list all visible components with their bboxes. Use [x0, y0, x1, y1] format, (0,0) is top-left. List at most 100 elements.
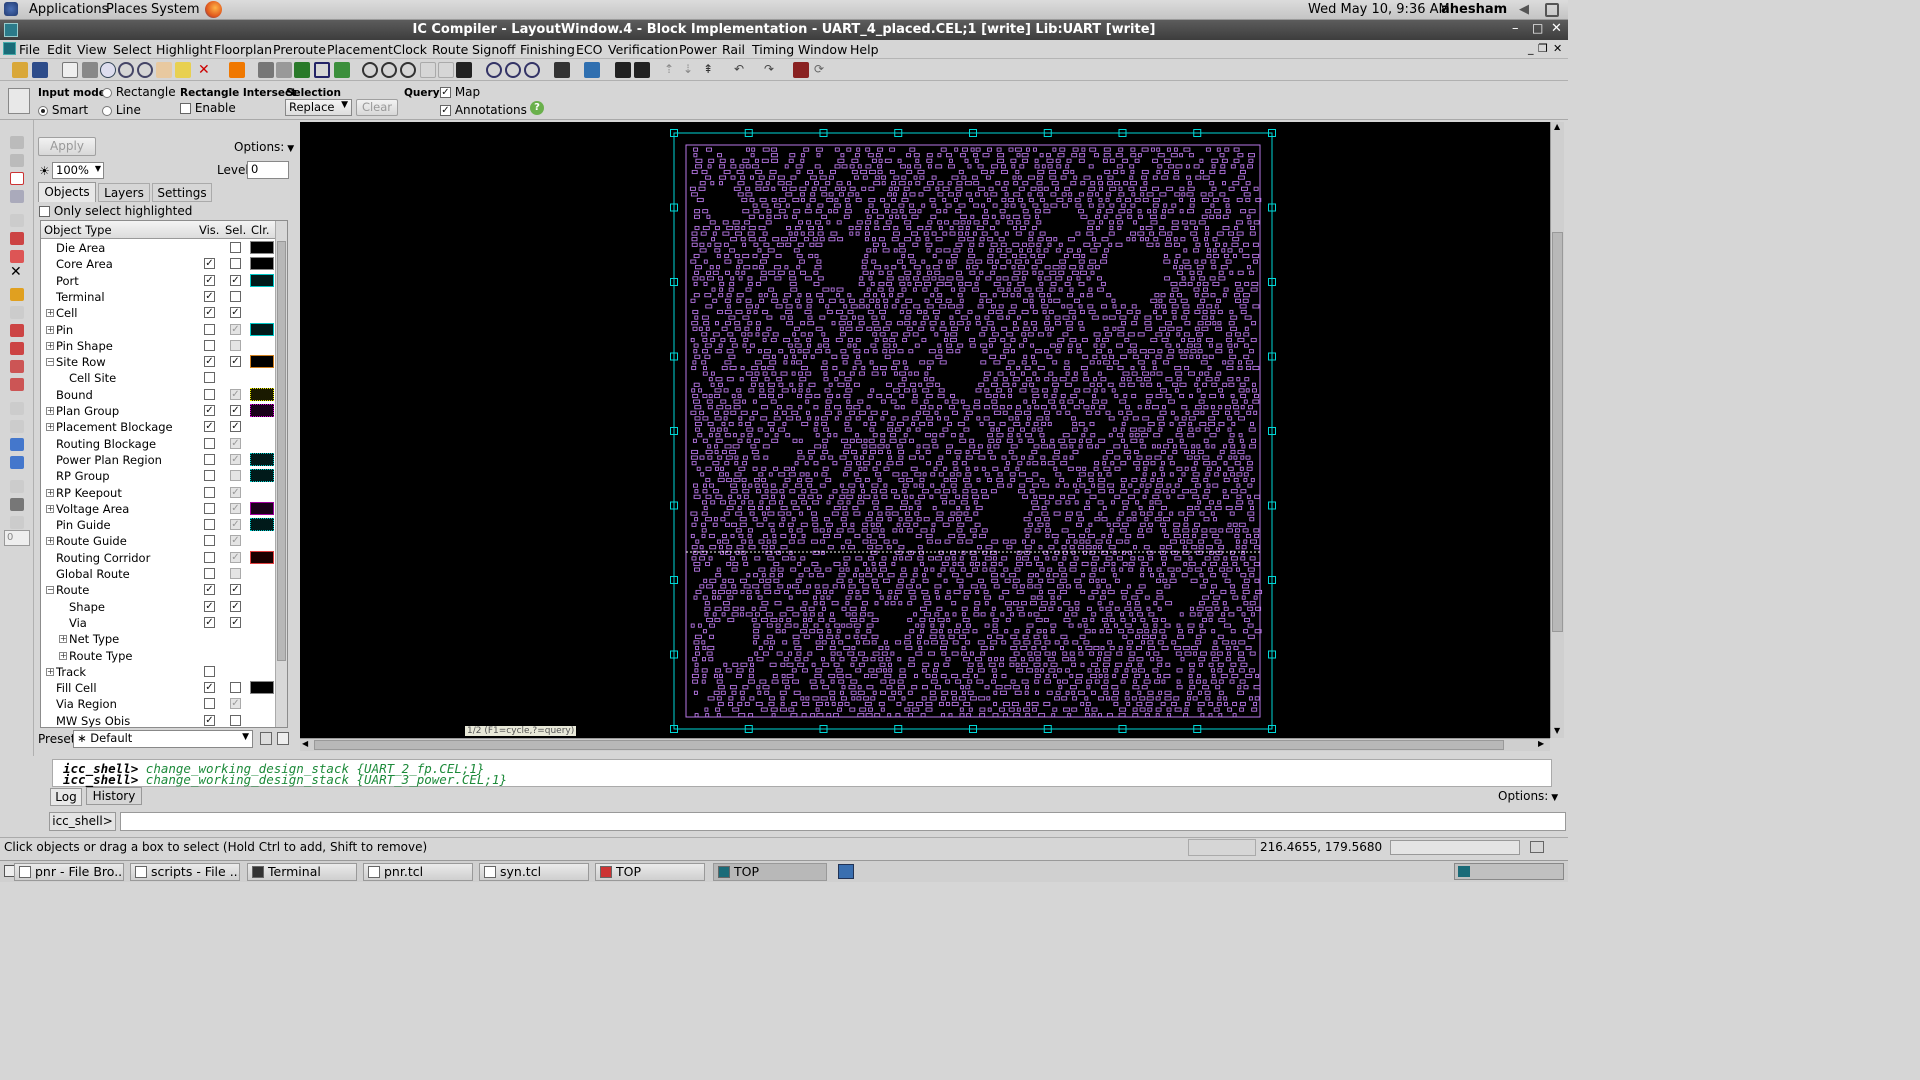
std-cell[interactable]: [961, 175, 967, 180]
std-cell[interactable]: [1069, 651, 1075, 656]
std-cell[interactable]: [924, 567, 928, 572]
std-cell[interactable]: [1178, 421, 1186, 427]
std-cell[interactable]: [1205, 472, 1211, 477]
std-cell[interactable]: [1086, 293, 1093, 298]
std-cell[interactable]: [1195, 640, 1202, 645]
std-cell[interactable]: [871, 483, 879, 488]
std-cell[interactable]: [716, 309, 723, 315]
std-cell[interactable]: [958, 696, 966, 701]
std-cell[interactable]: [1090, 433, 1096, 438]
std-cell[interactable]: [981, 203, 985, 208]
std-cell[interactable]: [1203, 405, 1209, 410]
menu-select[interactable]: Select: [113, 42, 152, 57]
std-cell[interactable]: [957, 539, 964, 544]
std-cell[interactable]: [1202, 309, 1208, 315]
std-cell[interactable]: [878, 573, 883, 578]
std-cell[interactable]: [1138, 668, 1145, 673]
std-cell[interactable]: [1066, 326, 1073, 331]
std-cell[interactable]: [827, 433, 832, 438]
std-cell[interactable]: [923, 309, 928, 315]
std-cell[interactable]: [1248, 153, 1255, 158]
std-cell[interactable]: [1139, 237, 1144, 242]
std-cell[interactable]: [969, 696, 977, 701]
std-cell[interactable]: [1243, 354, 1250, 359]
std-cell[interactable]: [832, 365, 838, 371]
std-cell[interactable]: [1151, 444, 1156, 449]
std-cell[interactable]: [741, 477, 747, 483]
std-cell[interactable]: [723, 169, 731, 175]
std-cell[interactable]: [762, 371, 768, 376]
std-cell[interactable]: [867, 393, 873, 399]
std-cell[interactable]: [1242, 293, 1250, 298]
std-cell[interactable]: [1041, 164, 1046, 169]
std-cell[interactable]: [966, 259, 974, 264]
std-cell[interactable]: [1164, 321, 1172, 326]
std-cell[interactable]: [916, 444, 921, 449]
std-cell[interactable]: [864, 237, 869, 242]
std-cell[interactable]: [1102, 315, 1108, 320]
std-cell[interactable]: [1245, 455, 1251, 460]
std-cell[interactable]: [1146, 192, 1154, 197]
std-cell[interactable]: [694, 270, 700, 275]
std-cell[interactable]: [1063, 617, 1071, 623]
std-cell[interactable]: [1158, 690, 1163, 695]
std-cell[interactable]: [990, 455, 996, 460]
std-cell[interactable]: [978, 696, 986, 701]
std-cell[interactable]: [1089, 147, 1097, 152]
std-cell[interactable]: [1012, 321, 1017, 326]
std-cell[interactable]: [754, 556, 761, 561]
std-cell[interactable]: [813, 281, 820, 287]
visible-checkbox[interactable]: [204, 665, 215, 677]
std-cell[interactable]: [1013, 640, 1021, 645]
std-cell[interactable]: [1180, 444, 1188, 449]
std-cell[interactable]: [1084, 696, 1089, 701]
std-cell[interactable]: [824, 410, 832, 415]
std-cell[interactable]: [910, 382, 916, 387]
std-cell[interactable]: [917, 505, 922, 511]
menu-signoff[interactable]: Signoff: [472, 42, 516, 57]
std-cell[interactable]: [880, 438, 886, 443]
std-cell[interactable]: [1171, 225, 1179, 231]
std-cell[interactable]: [1067, 237, 1075, 242]
std-cell[interactable]: [693, 640, 700, 645]
std-cell[interactable]: [731, 343, 738, 348]
std-cell[interactable]: [891, 690, 897, 695]
std-cell[interactable]: [1139, 438, 1144, 443]
std-cell[interactable]: [1080, 589, 1086, 595]
std-cell[interactable]: [1202, 679, 1207, 684]
std-cell[interactable]: [955, 623, 961, 628]
std-cell[interactable]: [980, 612, 986, 617]
std-cell[interactable]: [1240, 393, 1247, 399]
std-cell[interactable]: [746, 349, 752, 354]
std-cell[interactable]: [1094, 517, 1101, 522]
std-cell[interactable]: [1211, 673, 1216, 679]
std-cell[interactable]: [702, 489, 708, 494]
std-cell[interactable]: [1097, 175, 1102, 180]
std-cell[interactable]: [891, 561, 896, 567]
std-cell[interactable]: [737, 701, 743, 707]
std-cell[interactable]: [833, 209, 839, 214]
std-cell[interactable]: [1076, 343, 1081, 348]
std-cell[interactable]: [841, 164, 848, 169]
std-cell[interactable]: [1010, 634, 1018, 639]
std-cell[interactable]: [926, 153, 933, 158]
std-cell[interactable]: [943, 337, 948, 343]
std-cell[interactable]: [732, 662, 739, 667]
std-cell[interactable]: [1010, 304, 1017, 309]
std-cell[interactable]: [1210, 668, 1215, 673]
std-cell[interactable]: [871, 634, 879, 639]
std-cell[interactable]: [1055, 472, 1062, 477]
std-cell[interactable]: [693, 253, 700, 259]
std-cell[interactable]: [1201, 326, 1209, 331]
std-cell[interactable]: [904, 511, 910, 516]
std-cell[interactable]: [1005, 315, 1010, 320]
std-cell[interactable]: [991, 606, 996, 611]
std-cell[interactable]: [807, 449, 815, 455]
std-cell[interactable]: [1022, 634, 1029, 639]
std-cell[interactable]: [787, 343, 793, 348]
std-cell[interactable]: [1130, 203, 1136, 208]
std-cell[interactable]: [1024, 690, 1029, 695]
std-cell[interactable]: [1094, 668, 1100, 673]
std-cell[interactable]: [1148, 522, 1154, 527]
std-cell[interactable]: [905, 276, 910, 281]
